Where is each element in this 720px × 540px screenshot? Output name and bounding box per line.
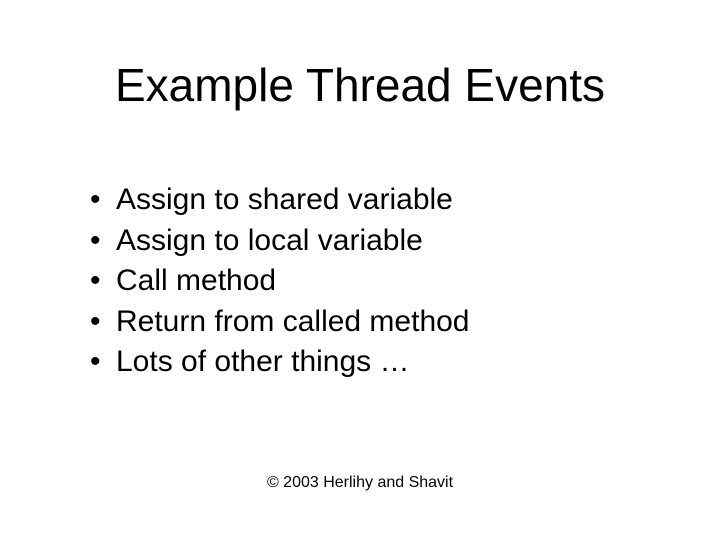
list-item: • Assign to shared variable: [90, 180, 660, 221]
list-item: • Lots of other things …: [90, 342, 660, 383]
list-item-text: Assign to shared variable: [116, 180, 453, 221]
bullet-icon: •: [90, 302, 116, 343]
list-item-text: Assign to local variable: [116, 221, 423, 262]
bullet-icon: •: [90, 180, 116, 221]
list-item-text: Lots of other things …: [116, 342, 410, 383]
bullet-icon: •: [90, 342, 116, 383]
slide: Example Thread Events • Assign to shared…: [0, 0, 720, 540]
copyright-footer: © 2003 Herlihy and Shavit: [0, 474, 720, 492]
bullet-icon: •: [90, 221, 116, 262]
list-item: • Assign to local variable: [90, 221, 660, 262]
list-item-text: Return from called method: [116, 302, 470, 343]
list-item: • Return from called method: [90, 302, 660, 343]
bullet-list: • Assign to shared variable • Assign to …: [90, 180, 660, 383]
slide-title: Example Thread Events: [0, 58, 720, 112]
bullet-icon: •: [90, 261, 116, 302]
list-item: • Call method: [90, 261, 660, 302]
list-item-text: Call method: [116, 261, 276, 302]
